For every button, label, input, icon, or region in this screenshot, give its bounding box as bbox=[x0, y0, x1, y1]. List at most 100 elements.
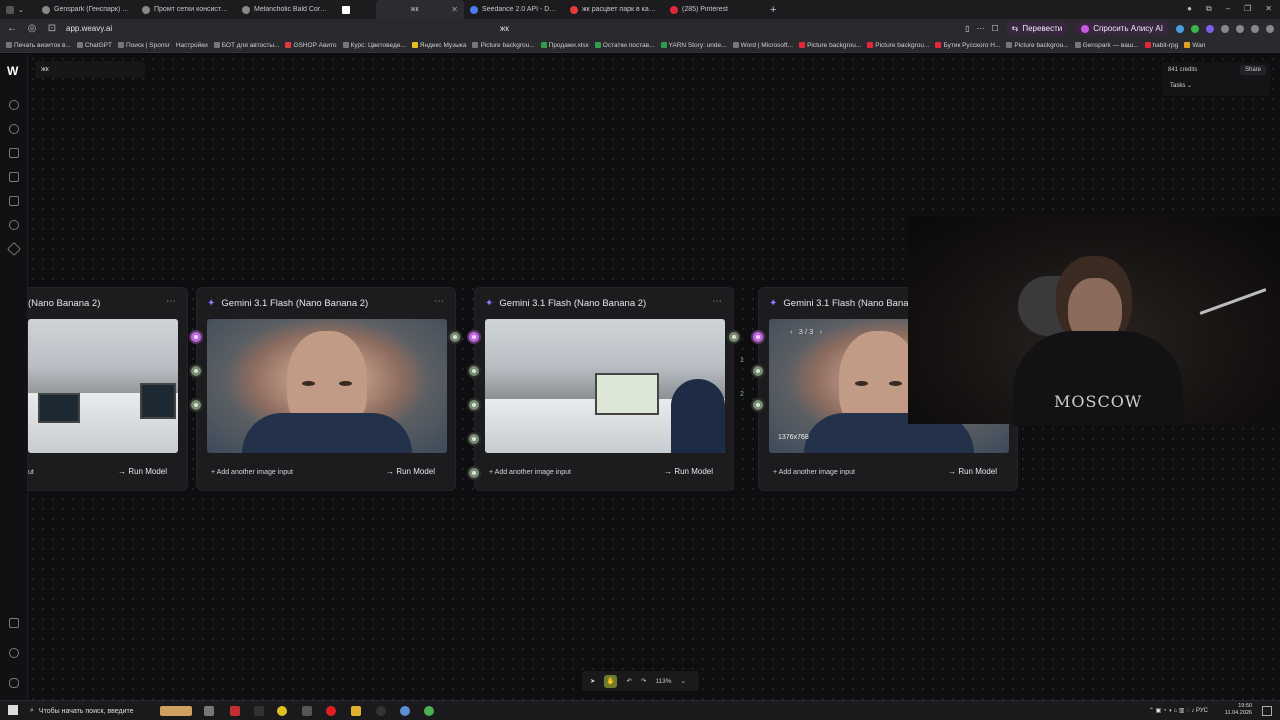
zoom-dropdown-icon[interactable]: ⌄ bbox=[681, 677, 686, 685]
discord-icon[interactable] bbox=[9, 678, 19, 688]
reader-icon[interactable]: ▯ bbox=[965, 24, 969, 33]
run-model-button[interactable]: → Run Model bbox=[386, 467, 435, 476]
share-icon[interactable] bbox=[1251, 24, 1259, 33]
output-port[interactable] bbox=[727, 330, 741, 344]
tab-zhk-search[interactable]: жк расцвет парк в калин... bbox=[564, 0, 664, 19]
project-name-field[interactable]: жк bbox=[35, 61, 145, 78]
input-port[interactable] bbox=[751, 330, 765, 344]
app-icon[interactable] bbox=[230, 706, 240, 716]
model-node[interactable]: (Nano Banana 2) ⋯ ut → Run Model bbox=[28, 287, 188, 491]
tab-prompt[interactable]: Промт сетки консистент... bbox=[136, 0, 236, 19]
output-port[interactable] bbox=[448, 330, 462, 344]
bookmark-icon[interactable]: ☐ bbox=[991, 24, 998, 33]
node-output-image[interactable] bbox=[28, 319, 178, 453]
bookmark-item[interactable]: GSHOP Авито bbox=[285, 42, 337, 49]
node-output-image[interactable] bbox=[485, 319, 725, 453]
translate-button[interactable]: ⇆ Перевести bbox=[1005, 22, 1069, 35]
input-port[interactable] bbox=[751, 398, 765, 412]
tab-weavy-pinned[interactable] bbox=[336, 0, 376, 19]
bookmark-item[interactable]: Продажи.xlsx bbox=[540, 42, 589, 49]
redo-icon[interactable]: ↷ bbox=[641, 677, 646, 685]
taskbar-search[interactable]: ⌕ Чтобы начать поиск, введите bbox=[24, 704, 154, 718]
bookmark-item[interactable]: Genspark — ваш... bbox=[1074, 42, 1139, 49]
select-tool-icon[interactable]: ➤ bbox=[590, 677, 595, 685]
weavy-logo-icon[interactable]: W bbox=[7, 64, 21, 78]
gallery-icon[interactable] bbox=[9, 618, 19, 628]
bookmark-item[interactable]: Picture backgrou... bbox=[472, 42, 535, 49]
node-output-image[interactable] bbox=[207, 319, 447, 453]
model-node[interactable]: ✦ Gemini 3.1 Flash (Nano Banana 2) ⋯ + Ad… bbox=[474, 287, 734, 491]
node-menu-icon[interactable]: ⋯ bbox=[434, 296, 445, 307]
bookmark-item[interactable]: Остатки постав... bbox=[594, 42, 655, 49]
minimize-icon[interactable]: – bbox=[1226, 4, 1230, 14]
play-icon[interactable] bbox=[1191, 24, 1199, 33]
bookmark-item[interactable]: Поиск | Sponsr bbox=[117, 42, 170, 49]
add-image-input-button[interactable]: + Add another image input bbox=[773, 469, 855, 476]
bookmark-item[interactable]: ChatGPT bbox=[76, 42, 112, 49]
model-node[interactable]: ✦ Gemini 3.1 Flash (Nano Banana 2) ⋯ + Ad… bbox=[196, 287, 456, 491]
history-icon[interactable] bbox=[9, 124, 19, 134]
more-icon[interactable]: ⋯ bbox=[976, 24, 984, 33]
close-tab-icon[interactable]: ✕ bbox=[451, 5, 458, 14]
settings-icon[interactable] bbox=[9, 220, 19, 230]
app-icon[interactable] bbox=[400, 706, 410, 716]
search-icon[interactable] bbox=[9, 100, 19, 110]
profile-icon[interactable]: ● bbox=[1187, 4, 1192, 14]
input-port[interactable] bbox=[189, 364, 203, 378]
input-port[interactable] bbox=[467, 330, 481, 344]
image-pager[interactable]: ‹ 3 / 3 › bbox=[790, 327, 822, 336]
bookmark-item[interactable]: Picture backgrou... bbox=[867, 42, 929, 49]
browser-menu-button[interactable]: ⌄ bbox=[0, 0, 36, 19]
close-window-icon[interactable]: ✕ bbox=[1265, 4, 1272, 14]
extension-icon[interactable] bbox=[1206, 24, 1214, 33]
restore-icon[interactable]: ❐ bbox=[1244, 4, 1251, 14]
url-field[interactable]: app.weavy.ai bbox=[66, 24, 112, 33]
tab-pinterest[interactable]: (285) Pinterest bbox=[664, 0, 764, 19]
add-image-input-button[interactable]: + Add another image input bbox=[211, 469, 293, 476]
pan-tool-icon[interactable]: ✋ bbox=[604, 674, 618, 688]
bookmark-item[interactable]: Яндекс Музыка bbox=[411, 42, 466, 49]
bookmark-item[interactable]: Печать визиток в... bbox=[6, 42, 71, 49]
bookmarks-icon[interactable]: ⧉ bbox=[1206, 4, 1212, 14]
bookmark-item[interactable]: Курс: Цветоведе... bbox=[342, 42, 406, 49]
tab-active-zhk[interactable]: жк ✕ bbox=[376, 0, 464, 19]
briefcase-icon[interactable] bbox=[9, 148, 19, 158]
add-image-input-button[interactable]: + Add another image input bbox=[489, 469, 571, 476]
home-icon[interactable]: ◎ bbox=[26, 23, 38, 34]
input-port[interactable] bbox=[189, 398, 203, 412]
run-model-button[interactable]: → Run Model bbox=[118, 467, 167, 476]
run-model-button[interactable]: → Run Model bbox=[948, 467, 997, 476]
new-tab-button[interactable]: + bbox=[764, 0, 784, 19]
zoom-level[interactable]: 113% bbox=[655, 678, 671, 685]
input-port[interactable] bbox=[751, 364, 765, 378]
input-port[interactable] bbox=[467, 398, 481, 412]
node-menu-icon[interactable]: ⋯ bbox=[712, 296, 723, 307]
tabs-dropdown-icon[interactable]: ⌄ bbox=[18, 6, 24, 14]
app-icon[interactable] bbox=[277, 706, 287, 716]
bookmark-item[interactable]: YARN Story: unde... bbox=[660, 42, 727, 49]
input-port[interactable] bbox=[467, 432, 481, 446]
sparkle-icon[interactable] bbox=[6, 241, 22, 257]
bookmark-item[interactable]: Бутик Русского Н... bbox=[935, 42, 1000, 49]
tab-genspark[interactable]: Genspark (Генспарк) — в... bbox=[36, 0, 136, 19]
bookmark-item[interactable]: habit-rpg bbox=[1144, 42, 1178, 49]
tray-icons[interactable]: ⌃ ▣ ◔ ◑ ⌂ ▥ ◌ ♪ bbox=[1149, 708, 1196, 714]
help-icon[interactable] bbox=[9, 648, 19, 658]
output-port[interactable] bbox=[189, 330, 203, 344]
task-view-icon[interactable] bbox=[204, 706, 214, 716]
lock-icon[interactable]: ⊡ bbox=[46, 23, 58, 34]
bookmark-item[interactable]: Настройки bbox=[176, 42, 208, 49]
extension-icon[interactable] bbox=[1176, 24, 1184, 33]
bookmark-item[interactable]: БОТ для автосты... bbox=[213, 42, 279, 49]
app-icon[interactable] bbox=[254, 706, 264, 716]
app-icon[interactable] bbox=[424, 706, 434, 716]
tab-seedance[interactable]: Seedance 2.0 API - Docs... bbox=[464, 0, 564, 19]
node-menu-icon[interactable]: ⋯ bbox=[166, 296, 177, 307]
tab-melancholic[interactable]: Melancholic Bald Corpora... bbox=[236, 0, 336, 19]
input-port[interactable] bbox=[467, 466, 481, 480]
add-input-link[interactable]: ut bbox=[28, 469, 34, 476]
share-button[interactable]: Share bbox=[1239, 65, 1266, 75]
extension-icon[interactable] bbox=[1221, 24, 1229, 33]
bookmark-item[interactable]: Picture backgrou... bbox=[1006, 42, 1069, 49]
camera-icon[interactable] bbox=[1236, 24, 1244, 33]
